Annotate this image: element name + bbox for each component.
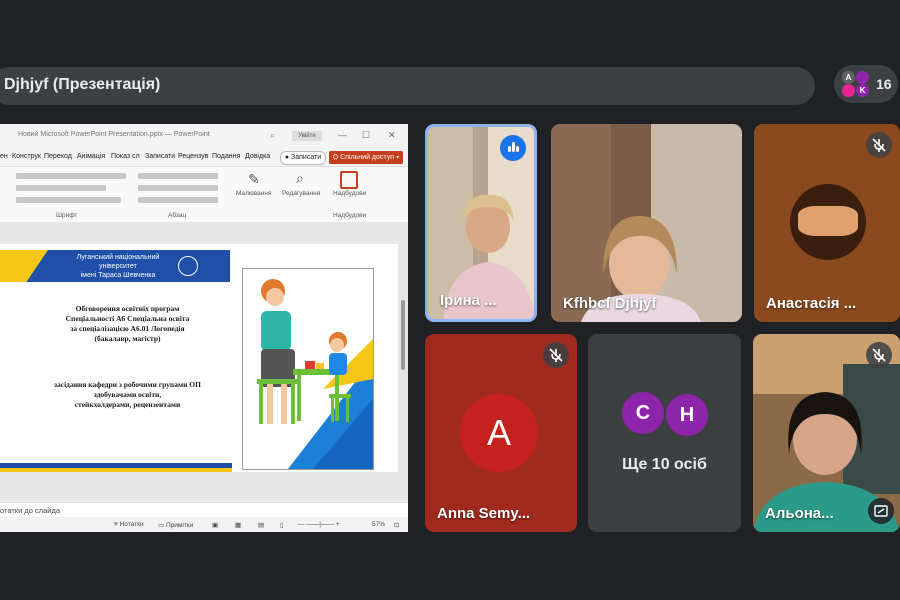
- reading-view-icon: ▤: [258, 522, 265, 529]
- university-name: Луганський національний університет імен…: [76, 254, 160, 279]
- shared-screen: Новий Microsoft PowerPoint Presentation.…: [0, 124, 408, 532]
- maximize-icon: ☐: [362, 130, 371, 140]
- participant-name: Анастасія ...: [766, 295, 857, 312]
- participant-avatar: [790, 184, 866, 260]
- participant-tile[interactable]: Анастасія ...: [754, 124, 900, 322]
- ppt-title-bar: Новий Microsoft PowerPoint Presentation.…: [0, 124, 408, 148]
- muted-mic-icon: [866, 342, 892, 368]
- slide: Луганський національний університет імен…: [0, 244, 398, 472]
- slide-main-text: Обговорення освітніх програм Спеціальнос…: [65, 304, 190, 343]
- participant-name: Ірина ...: [440, 292, 497, 309]
- slide-sub-text: засідання кафедри з робочими групами ОП …: [54, 380, 201, 409]
- university-logo: [178, 256, 198, 276]
- participant-name: Kfhbcf Djhjyf: [563, 295, 657, 312]
- menu-item: Показ сл: [111, 153, 140, 160]
- muted-mic-icon: [543, 342, 569, 368]
- presentation-title-bar[interactable]: Djhjyf (Презентація): [0, 67, 815, 105]
- notes-pane: отатки до слайда: [0, 502, 408, 517]
- menu-item: Переход: [44, 153, 72, 160]
- participant-avatar: H: [664, 392, 710, 438]
- sign-in-button: Увійти: [292, 131, 322, 141]
- notes-placeholder: отатки до слайда: [0, 506, 61, 515]
- sorter-view-icon: ▦: [235, 522, 242, 529]
- menu-item: Конструк: [12, 153, 41, 160]
- participant-tile[interactable]: Kfhbcf Djhjyf: [551, 124, 742, 322]
- record-button: ● Записати: [280, 151, 326, 165]
- participant-name: Альона...: [765, 505, 834, 522]
- scrollbar: [400, 240, 406, 440]
- comments-toggle: ▭ Примітки: [158, 522, 194, 529]
- menu-item: Анімація: [77, 153, 106, 160]
- participant-name: Anna Semy...: [437, 505, 531, 522]
- ppt-ribbon: ✎ ⌕ Шрифт Абзац Малювання Редагування На…: [0, 167, 408, 223]
- others-tile[interactable]: C H Ще 10 осіб: [588, 334, 741, 532]
- slideshow-icon: ▯: [280, 522, 284, 529]
- muted-mic-icon: [866, 132, 892, 158]
- participant-avatar: K: [856, 84, 869, 97]
- menu-item: Рецензув: [178, 153, 209, 160]
- participant-tile[interactable]: Альона...: [753, 334, 900, 532]
- ppt-status-bar: ≡ Нотатки ▭ Примітки ▣ ▦ ▤ ▯ — ——|—— + 5…: [0, 517, 408, 532]
- participant-avatar: [856, 71, 869, 84]
- others-label: Ще 10 осіб: [622, 456, 707, 473]
- share-button: ⛭ Спільний доступ ▾: [329, 151, 403, 164]
- participant-tile[interactable]: A Anna Semy...: [425, 334, 577, 532]
- pin-icon[interactable]: [868, 498, 894, 524]
- fit-icon: ⊡: [394, 522, 400, 529]
- slide-editor: Луганський національний університет імен…: [0, 222, 408, 502]
- participant-tile[interactable]: Ірина ...: [425, 124, 537, 322]
- ribbon-group-label: Надбудови: [333, 190, 367, 197]
- participant-avatar: C: [622, 392, 664, 434]
- participant-count: 16: [876, 76, 892, 92]
- ribbon-group-label: Малювання: [236, 190, 272, 197]
- menu-item: Довідка: [245, 153, 271, 160]
- ppt-menu-bar: ен Конструк Переход Анімація Показ сл За…: [0, 148, 408, 167]
- minimize-icon: —: [338, 130, 347, 140]
- addins-icon: [340, 171, 358, 189]
- search-icon: ⌕: [296, 170, 304, 186]
- menu-item: ен: [0, 153, 8, 160]
- menu-item: Записати: [145, 153, 176, 160]
- presentation-title: Djhjyf (Презентація): [4, 76, 161, 93]
- menu-item: Подання: [212, 153, 241, 160]
- normal-view-icon: ▣: [212, 522, 219, 529]
- ribbon-group-label: Абзац: [168, 212, 187, 219]
- ribbon-group-label: Редагування: [282, 190, 321, 197]
- ribbon-group-label: Надбудови: [333, 212, 367, 219]
- notes-toggle: ≡ Нотатки: [114, 521, 144, 528]
- search-icon: ⌕: [270, 130, 276, 140]
- participant-avatar: [842, 84, 855, 97]
- drawing-icon: ✎: [248, 171, 260, 187]
- close-icon: ✕: [388, 130, 396, 140]
- slide-illustration: [242, 268, 374, 470]
- ribbon-group-label: Шрифт: [56, 212, 78, 219]
- ppt-window-title: Новий Microsoft PowerPoint Presentation.…: [18, 131, 210, 138]
- zoom-slider: — ——|—— +: [298, 521, 340, 528]
- participants-button[interactable]: A K 16: [834, 65, 898, 103]
- zoom-level: 57%: [372, 521, 386, 528]
- participant-avatar: A: [460, 394, 538, 472]
- participant-avatar: A: [842, 71, 855, 84]
- speaking-indicator-icon: [500, 135, 526, 161]
